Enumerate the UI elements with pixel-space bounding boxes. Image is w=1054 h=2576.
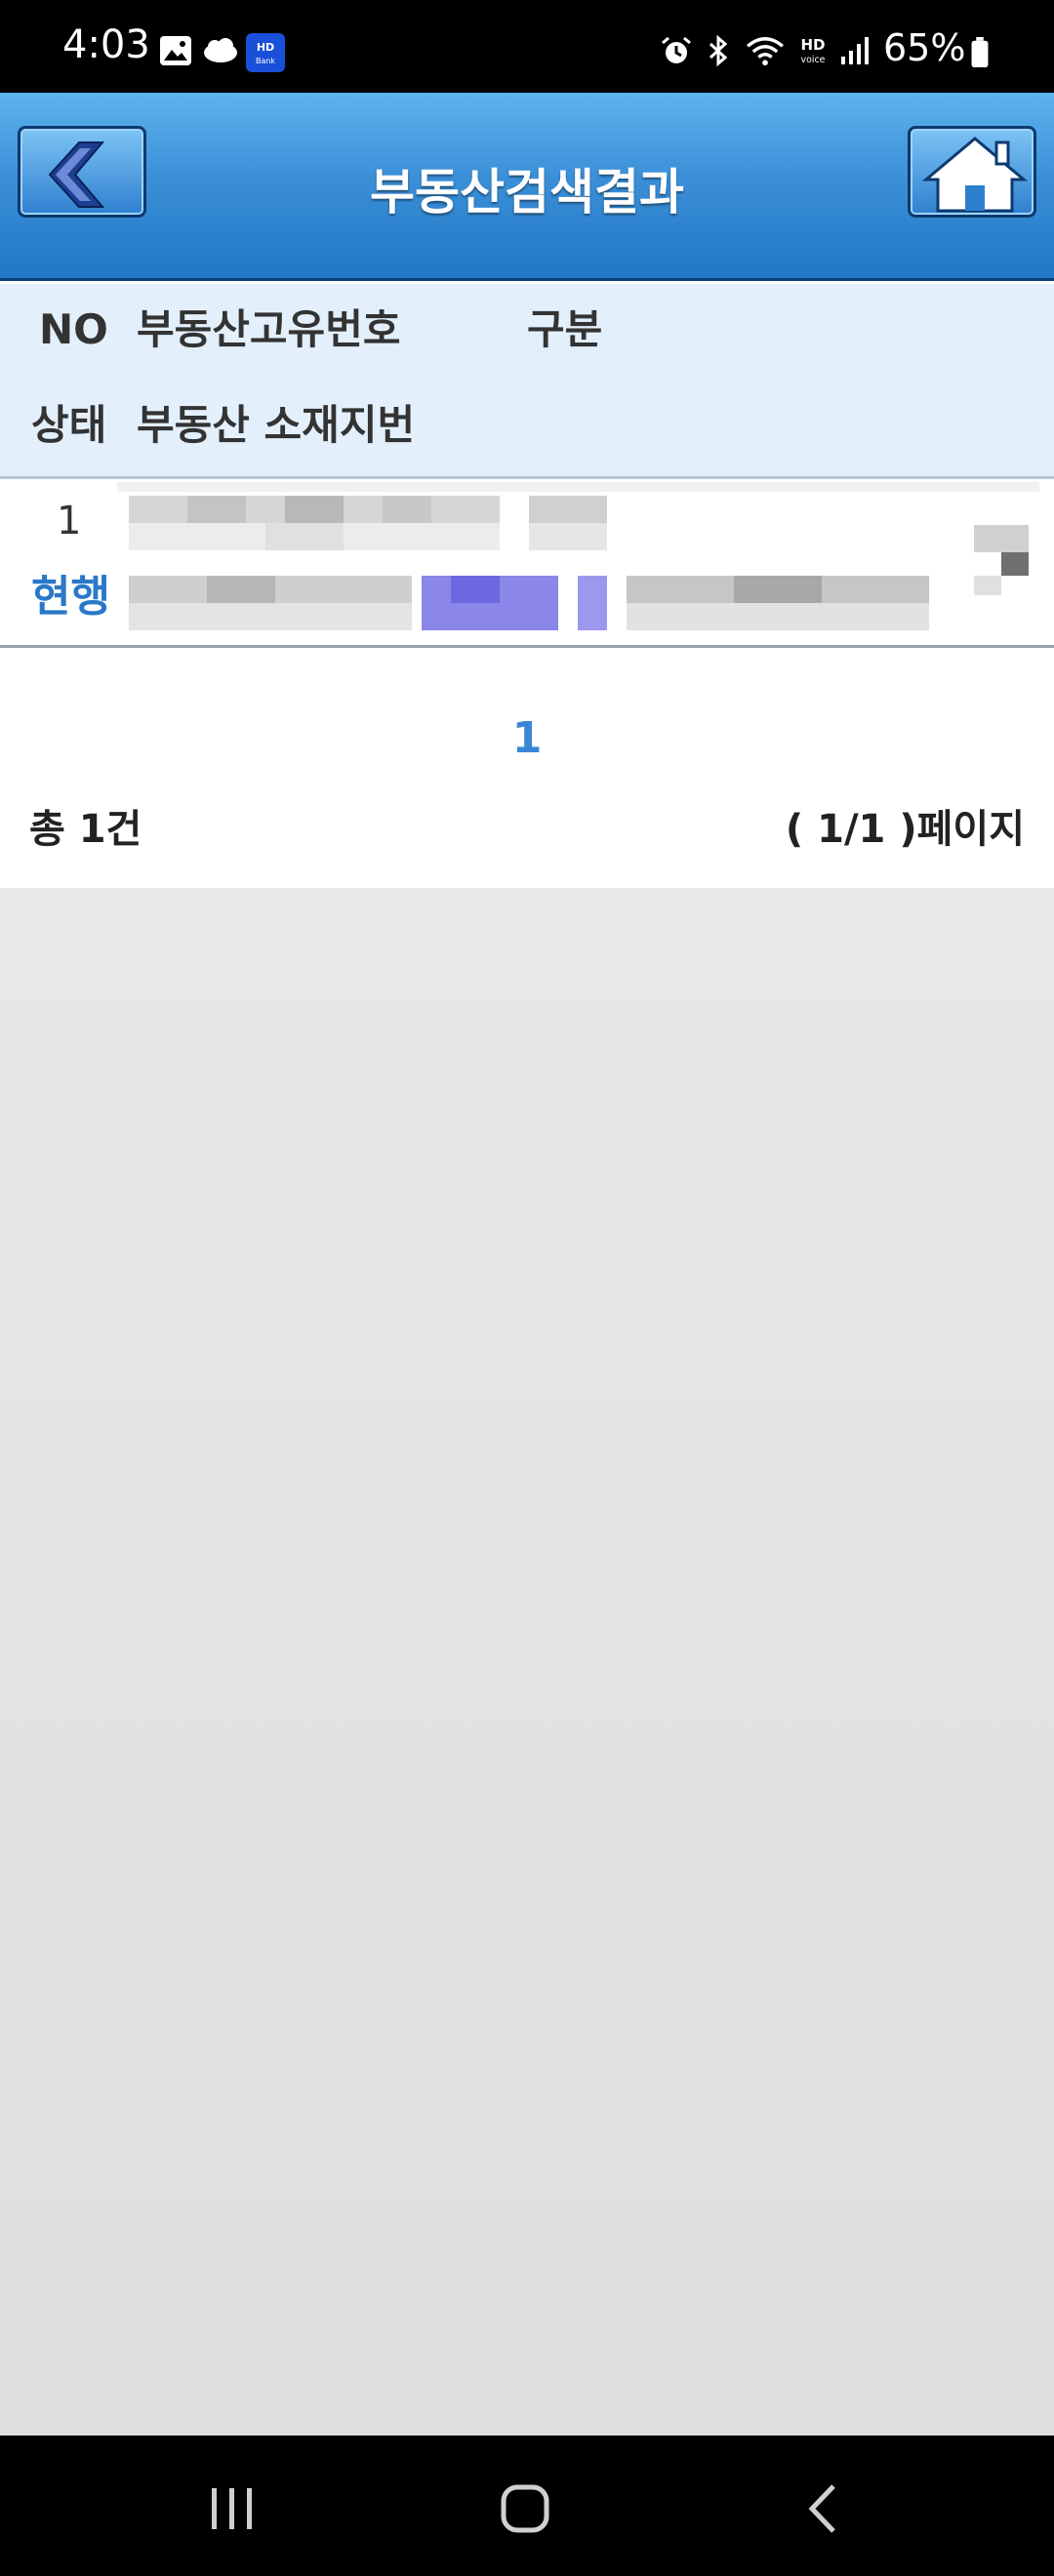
redacted-property-id [129, 496, 607, 550]
system-nav-bar [0, 2435, 1054, 2576]
hd-voice-icon: HD voice [800, 36, 826, 65]
svg-text:HD: HD [800, 36, 825, 54]
home-icon [921, 137, 1029, 213]
recents-icon[interactable] [198, 2475, 266, 2543]
col-no: NO [39, 305, 108, 353]
table-row[interactable]: 1 현행 [0, 482, 1054, 648]
status-time: 4:03 [62, 22, 150, 67]
cloud-icon [204, 38, 237, 62]
bluetooth-icon [709, 35, 728, 66]
battery-percentage: 65% [883, 26, 966, 69]
col-property-id: 부동산고유번호 [137, 305, 401, 353]
home-button[interactable] [908, 126, 1036, 218]
row-number: 1 [57, 499, 82, 543]
redacted-address [129, 576, 929, 630]
back-nav-icon[interactable] [789, 2475, 857, 2543]
home-nav-icon[interactable] [491, 2475, 559, 2543]
wifi-icon [747, 37, 784, 66]
signal-icon [841, 37, 869, 64]
total-count: 총 1건 [29, 807, 142, 852]
table-column-header: NO 부동산고유번호 구분 상태 부동산 소재지번 [0, 284, 1054, 479]
svg-text:voice: voice [801, 55, 826, 65]
row-status: 현행 [31, 572, 110, 622]
blurred-region [117, 482, 1039, 492]
pagination-page-1[interactable]: 1 [0, 717, 1054, 760]
status-bar: 4:03 HD Bank HD voice 65% [0, 0, 1054, 93]
col-category: 구분 [527, 305, 603, 353]
empty-content-area [0, 888, 1054, 2435]
battery-icon [971, 37, 989, 68]
svg-text:HD: HD [257, 41, 274, 54]
screen: 4:03 HD Bank HD voice 65% 부동산검색결과 NO 부동산… [0, 0, 1054, 2576]
svg-text:Bank: Bank [256, 57, 275, 65]
nh-bank-icon: HD Bank [246, 33, 285, 72]
col-address: 부동산 소재지번 [137, 401, 416, 449]
col-status: 상태 [31, 401, 107, 449]
page-info: ( 1/1 )페이지 [785, 807, 1025, 852]
alarm-icon [662, 36, 691, 63]
redacted-category [974, 525, 1029, 595]
app-header: 부동산검색결과 [0, 93, 1054, 281]
page-title: 부동산검색결과 [370, 164, 684, 221]
gallery-icon [160, 36, 191, 65]
